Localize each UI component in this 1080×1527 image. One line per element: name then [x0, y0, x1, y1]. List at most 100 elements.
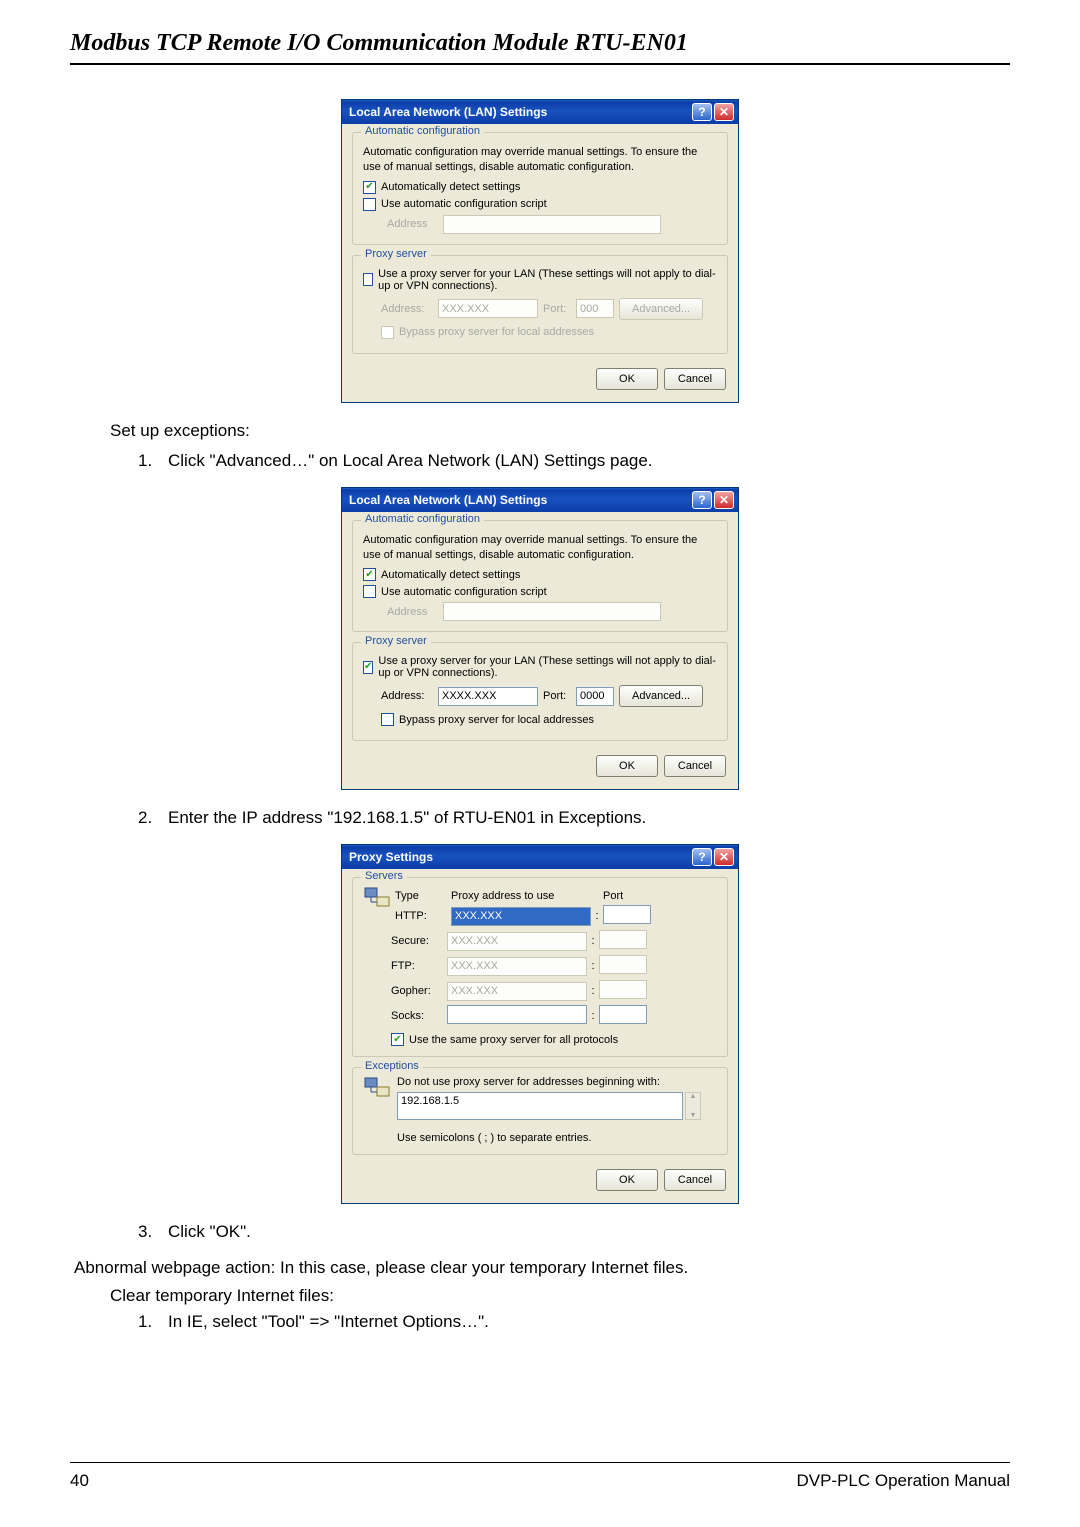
proxy-port-input: 000 — [576, 299, 614, 318]
colon: : — [587, 1010, 599, 1022]
script-address-label: Address — [387, 218, 435, 230]
dialog-title: Local Area Network (LAN) Settings — [349, 493, 547, 507]
autodetect-label: Automatically detect settings — [381, 181, 520, 193]
col-type: Type — [395, 890, 451, 902]
useproxy-checkbox[interactable] — [363, 273, 373, 286]
table-row: FTP: XXX.XXX : — [391, 955, 717, 977]
table-row: HTTP: XXX.XXX : — [395, 905, 717, 927]
proxy-port-input[interactable]: 0000 — [576, 687, 614, 706]
step-1-text: Click "Advanced…" on Local Area Network … — [168, 451, 1010, 471]
cancel-button[interactable]: Cancel — [664, 368, 726, 390]
proxy-address-label: Address: — [381, 690, 433, 702]
http-address-input[interactable]: XXX.XXX — [451, 907, 591, 926]
configscript-label: Use automatic configuration script — [381, 586, 547, 598]
scroll-up-icon[interactable]: ▲ — [686, 1093, 700, 1100]
clear-temp-heading: Clear temporary Internet files: — [110, 1286, 1010, 1306]
http-label: HTTP: — [395, 910, 451, 922]
ftp-port-input — [599, 955, 647, 974]
bypass-checkbox[interactable] — [381, 713, 394, 726]
list-num-2: 2. — [138, 808, 168, 828]
help-icon[interactable]: ? — [692, 491, 712, 509]
autodetect-label: Automatically detect settings — [381, 569, 520, 581]
exceptions-input[interactable]: 192.168.1.5 — [397, 1092, 683, 1120]
gopher-label: Gopher: — [391, 985, 447, 997]
proxy-address-input[interactable]: XXXX.XXX — [438, 687, 538, 706]
dialog-title: Local Area Network (LAN) Settings — [349, 105, 547, 119]
configscript-checkbox[interactable] — [363, 585, 376, 598]
colon: : — [591, 910, 603, 922]
colon: : — [587, 960, 599, 972]
lan-settings-dialog-2: Local Area Network (LAN) Settings ? ✕ Au… — [341, 487, 739, 791]
cancel-button[interactable]: Cancel — [664, 755, 726, 777]
useproxy-checkbox[interactable] — [363, 661, 373, 674]
socks-port-input[interactable] — [599, 1005, 647, 1024]
scrollbar[interactable]: ▲▼ — [685, 1092, 701, 1120]
ftp-address-input: XXX.XXX — [447, 957, 587, 976]
secure-label: Secure: — [391, 935, 447, 947]
autodetect-checkbox[interactable] — [363, 181, 376, 194]
useproxy-label: Use a proxy server for your LAN (These s… — [378, 268, 717, 292]
lan-settings-dialog-1: Local Area Network (LAN) Settings ? ✕ Au… — [341, 99, 739, 403]
proxy-server-legend: Proxy server — [361, 635, 431, 647]
exceptions-legend: Exceptions — [361, 1060, 423, 1072]
bypass-label: Bypass proxy server for local addresses — [399, 326, 594, 338]
automatic-config-legend: Automatic configuration — [361, 125, 484, 137]
cancel-button[interactable]: Cancel — [664, 1169, 726, 1191]
page-number: 40 — [70, 1471, 89, 1491]
sameproxy-checkbox[interactable] — [391, 1033, 404, 1046]
useproxy-label: Use a proxy server for your LAN (These s… — [378, 655, 717, 679]
help-icon[interactable]: ? — [692, 848, 712, 866]
ok-button[interactable]: OK — [596, 755, 658, 777]
ok-button[interactable]: OK — [596, 368, 658, 390]
script-address-input — [443, 215, 661, 234]
http-port-input[interactable] — [603, 905, 651, 924]
advanced-button: Advanced... — [619, 298, 703, 320]
close-icon[interactable]: ✕ — [714, 848, 734, 866]
bypass-checkbox — [381, 326, 394, 339]
table-row: Secure: XXX.XXX : — [391, 930, 717, 952]
colon: : — [587, 985, 599, 997]
configscript-checkbox[interactable] — [363, 198, 376, 211]
help-icon[interactable]: ? — [692, 103, 712, 121]
sameproxy-label: Use the same proxy server for all protoc… — [409, 1034, 618, 1046]
gopher-port-input — [599, 980, 647, 999]
servers-legend: Servers — [361, 870, 407, 882]
list-num-3: 3. — [138, 1222, 168, 1242]
scroll-down-icon[interactable]: ▼ — [686, 1112, 700, 1119]
col-address: Proxy address to use — [451, 890, 603, 902]
colon: : — [587, 935, 599, 947]
exceptions-text: Do not use proxy server for addresses be… — [397, 1076, 717, 1088]
table-row: Socks: : — [391, 1005, 717, 1027]
secure-port-input — [599, 930, 647, 949]
secure-address-input: XXX.XXX — [447, 932, 587, 951]
proxy-port-label: Port: — [543, 690, 571, 702]
footer-right: DVP-PLC Operation Manual — [796, 1471, 1010, 1491]
automatic-config-legend: Automatic configuration — [361, 513, 484, 525]
step-3-text: Click "OK". — [168, 1222, 1010, 1242]
list-num-1: 1. — [138, 451, 168, 471]
ok-button[interactable]: OK — [596, 1169, 658, 1191]
dialog-title: Proxy Settings — [349, 850, 433, 864]
abnormal-text: Abnormal webpage action: In this case, p… — [70, 1258, 1010, 1278]
script-address-label: Address — [387, 606, 435, 618]
close-icon[interactable]: ✕ — [714, 491, 734, 509]
clear-step-num-1: 1. — [138, 1312, 168, 1332]
proxy-port-label: Port: — [543, 303, 571, 315]
socks-label: Socks: — [391, 1010, 447, 1022]
script-address-input — [443, 602, 661, 621]
close-icon[interactable]: ✕ — [714, 103, 734, 121]
proxy-address-label: Address: — [381, 303, 433, 315]
autodetect-checkbox[interactable] — [363, 568, 376, 581]
setup-exceptions-heading: Set up exceptions: — [110, 421, 1010, 441]
ftp-label: FTP: — [391, 960, 447, 972]
proxy-address-input: XXX.XXX — [438, 299, 538, 318]
advanced-button[interactable]: Advanced... — [619, 685, 703, 707]
bypass-label: Bypass proxy server for local addresses — [399, 714, 594, 726]
socks-address-input[interactable] — [447, 1005, 587, 1024]
clear-step-1-text: In IE, select "Tool" => "Internet Option… — [168, 1312, 1010, 1332]
exceptions-hint: Use semicolons ( ; ) to separate entries… — [397, 1132, 717, 1144]
proxy-server-legend: Proxy server — [361, 248, 431, 260]
col-port: Port — [603, 890, 663, 902]
exceptions-icon — [363, 1076, 393, 1102]
proxy-settings-dialog: Proxy Settings ? ✕ Servers Type Proxy ad… — [341, 844, 739, 1204]
